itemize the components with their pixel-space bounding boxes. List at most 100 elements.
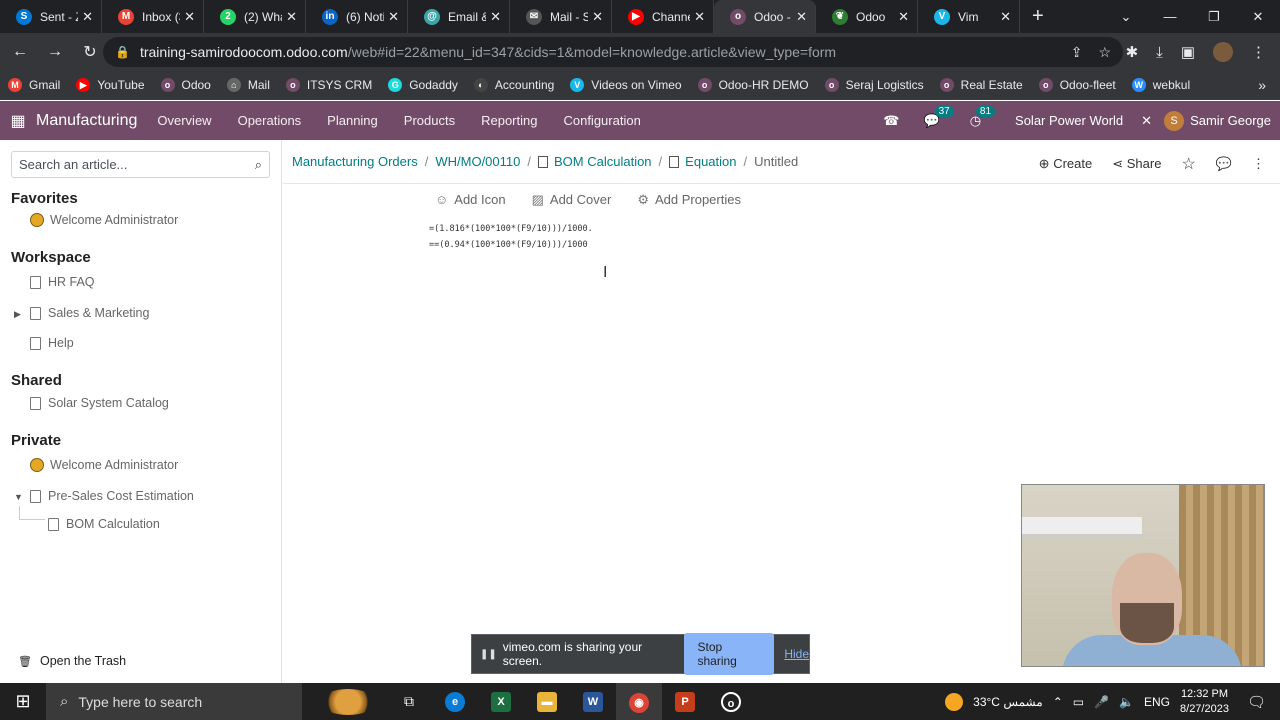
lock-icon[interactable]: 🔒 [115,45,130,59]
chrome-icon[interactable]: ◉ [616,683,662,720]
weather-text[interactable]: 33°C مشمس [973,695,1043,709]
word-icon[interactable]: W [570,691,616,712]
open-trash-link[interactable]: 🗑 Open the Trash [18,654,126,668]
stop-sharing-button[interactable]: Stop sharing [683,633,775,675]
add-icon-button[interactable]: ☺ Add Icon [435,192,506,208]
close-tab-icon[interactable]: ✕ [1000,9,1011,25]
close-tab-icon[interactable]: ✕ [796,9,807,25]
url-bar[interactable]: 🔒 training-samirodoocom.odoo.com/web#id=… [103,37,1123,67]
close-tab-icon[interactable]: ✕ [592,9,603,25]
browser-tab[interactable]: V Vim ✕ [918,0,1020,33]
menu-operations[interactable]: Operations [238,113,302,128]
close-tab-icon[interactable]: ✕ [286,9,297,25]
browser-tab[interactable]: @ Email & ✕ [408,0,510,33]
bookmark-item[interactable]: o Odoo [160,78,211,92]
formula-line[interactable]: ==(0.94*(100*100*(F9/10)))/1000 [429,240,588,250]
favorite-star-icon[interactable]: ☆ [1181,154,1195,174]
menu-planning[interactable]: Planning [327,113,378,128]
bookmark-star-icon[interactable]: ☆ [1098,44,1111,61]
browser-tab[interactable]: S Sent - Z ✕ [0,0,102,33]
share-button[interactable]: ⋖ Share [1112,156,1161,172]
breadcrumb-manufacturing-orders[interactable]: Manufacturing Orders [292,154,418,169]
app-grid-icon[interactable]: ▦ [0,111,36,131]
weather-sun-icon[interactable] [945,692,964,711]
browser-tab[interactable]: o Odoo - I ✕ [714,0,816,33]
private-item-presales[interactable]: Pre-Sales Cost Estimation [30,489,194,503]
close-window-button[interactable]: ✕ [1236,9,1280,25]
private-item-welcome[interactable]: Welcome Administrator [30,458,178,472]
close-tab-icon[interactable]: ✕ [388,9,399,25]
browser-tab[interactable]: ❦ Odoo ✕ [816,0,918,33]
share-page-icon[interactable]: ⇪ [1071,44,1083,61]
browser-tab[interactable]: ✉ Mail - Sa✕ [510,0,612,33]
browser-menu-icon[interactable]: ⋮ [1251,43,1266,61]
powerpoint-icon[interactable]: P [662,691,708,712]
bookmark-item[interactable]: o Odoo-HR DEMO [697,78,809,92]
company-switcher[interactable]: Solar Power World [1015,113,1123,128]
bookmark-item[interactable]: o Real Estate [939,78,1023,92]
browser-tab[interactable]: 2 (2) What ✕ [204,0,306,33]
excel-icon[interactable]: X [478,691,524,712]
reload-icon[interactable]: ↻ [75,42,105,62]
task-view-icon[interactable]: ⧉ [386,693,432,710]
workspace-item-sales-marketing[interactable]: Sales & Marketing [30,306,149,320]
add-cover-button[interactable]: ▨ Add Cover [532,192,612,208]
close-tab-icon[interactable]: ✕ [898,9,909,25]
webcam-overlay[interactable] [1021,484,1265,667]
menu-configuration[interactable]: Configuration [563,113,640,128]
bookmark-item[interactable]: V Videos on Vimeo [570,78,682,92]
menu-reporting[interactable]: Reporting [481,113,537,128]
bookmark-item[interactable]: o Odoo-fleet [1038,78,1116,92]
article-search-input[interactable]: Search an article... ⌕ [11,151,270,178]
close-tab-icon[interactable]: ✕ [694,9,705,25]
bookmark-item[interactable]: ▶ YouTube [76,78,145,92]
download-icon[interactable]: ⤓ [1156,44,1163,61]
bookmark-item[interactable]: ◐ Accounting [473,78,554,92]
phone-icon[interactable]: ☎ [883,113,899,129]
extensions-icon[interactable]: ✱ [1126,43,1139,61]
tab-search-icon[interactable]: ⌄ [1104,9,1148,25]
tray-chevron-icon[interactable]: ⌃ [1053,695,1063,709]
bookmark-item[interactable]: o Seraj Logistics [824,78,924,92]
app-name[interactable]: Manufacturing [36,112,137,130]
clock[interactable]: 12:32 PM 8/27/2023 [1180,687,1229,717]
expand-caret-icon[interactable]: ▶ [14,309,21,320]
windows-start-icon[interactable]: ⊞ [0,691,46,712]
breadcrumb-equation[interactable]: Equation [685,154,736,169]
notifications-icon[interactable]: 🗨 [1247,693,1266,711]
favorite-item-welcome[interactable]: Welcome Administrator [30,213,178,227]
private-item-bom[interactable]: BOM Calculation [48,517,160,531]
breadcrumb-bom[interactable]: BOM Calculation [554,154,652,169]
breadcrumb-mo[interactable]: WH/MO/00110 [435,154,520,169]
chat-icon[interactable]: 💬 [1216,156,1232,172]
menu-products[interactable]: Products [404,113,455,128]
browser-tab[interactable]: M Inbox (3 ✕ [102,0,204,33]
debug-tools-icon[interactable]: ✕ [1141,113,1152,129]
close-tab-icon[interactable]: ✕ [82,9,93,25]
close-tab-icon[interactable]: ✕ [490,9,501,25]
bookmark-item[interactable]: Wwebkul [1131,78,1190,92]
close-tab-icon[interactable]: ✕ [184,9,195,25]
create-button[interactable]: ⊕ Create [1039,156,1093,172]
more-options-icon[interactable]: ⋮ [1252,156,1265,172]
shared-item-solar[interactable]: Solar System Catalog [30,396,169,410]
meet-now-icon[interactable]: ▭ [1073,695,1084,709]
restore-button[interactable]: ❐ [1192,9,1236,25]
menu-overview[interactable]: Overview [157,113,211,128]
volume-icon[interactable]: 🔈 [1119,695,1134,709]
profile-avatar[interactable] [1213,42,1233,62]
file-explorer-icon[interactable]: ▬ [524,691,570,712]
obs-icon[interactable]: o [708,691,754,712]
bookmarks-more-icon[interactable]: » [1258,77,1266,93]
edge-icon[interactable]: e [432,691,478,712]
taskbar-search[interactable]: ⌕ Type here to search [46,683,302,720]
browser-tab[interactable]: ▶ Channel ✕ [612,0,714,33]
hide-link[interactable]: Hide [784,647,809,661]
messages-icon[interactable]: 💬 37 [924,105,954,129]
formula-line[interactable]: =(1.816*(100*100*(F9/10)))/1000. [429,224,593,234]
bookmark-item[interactable]: o ITSYS CRM [285,78,372,92]
side-panel-icon[interactable]: ▣ [1181,43,1195,61]
search-icon[interactable]: ⌕ [255,157,262,173]
microphone-icon[interactable]: 🎤 [1094,695,1109,709]
new-tab-button[interactable]: + [1032,5,1044,28]
